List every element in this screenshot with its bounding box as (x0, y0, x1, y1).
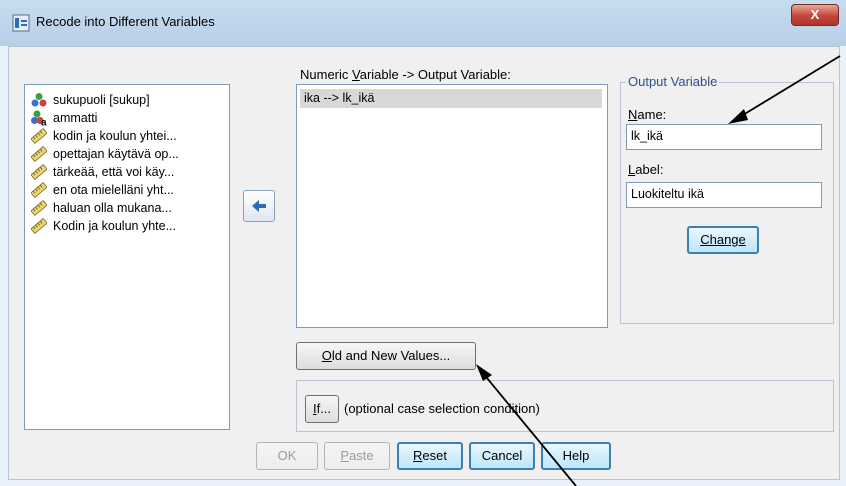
nominal-string-variable-icon: a (31, 110, 47, 126)
variable-label: ammatti (53, 111, 98, 125)
list-item[interactable]: kodin ja koulun yhtei... (31, 127, 177, 145)
move-variable-button[interactable] (243, 190, 275, 222)
svg-text:a: a (41, 118, 47, 127)
variable-label: en ota mielelläni yht... (53, 183, 174, 197)
numeric-list-label: Numeric Variable -> Output Variable: (300, 67, 511, 82)
change-button[interactable]: Change (687, 226, 759, 254)
help-button[interactable]: Help (541, 442, 611, 470)
close-icon: X (810, 7, 820, 22)
ok-button[interactable]: OK (256, 442, 318, 470)
recode-dialog: Recode into Different Variables X sukupu… (0, 0, 846, 486)
scale-variable-icon (31, 164, 47, 180)
list-item[interactable]: opettajan käytävä op... (31, 145, 179, 163)
recode-app-icon (12, 14, 30, 32)
scale-variable-icon (31, 200, 47, 216)
list-item[interactable]: en ota mielelläni yht... (31, 181, 174, 199)
nominal-variable-icon (31, 93, 47, 107)
variable-label: tärkeää, että voi käy... (53, 165, 175, 179)
variable-label: kodin ja koulun yhtei... (53, 129, 177, 143)
if-caption: (optional case selection condition) (344, 401, 540, 416)
list-item[interactable]: haluan olla mukana... (31, 199, 172, 217)
close-button[interactable]: X (791, 4, 839, 26)
scale-variable-icon (31, 218, 47, 234)
label-field[interactable]: Luokiteltu ikä (626, 182, 822, 208)
name-field[interactable]: lk_ikä (626, 124, 822, 150)
scale-variable-icon (31, 182, 47, 198)
name-label: Name: (628, 107, 667, 122)
if-button[interactable]: If... (305, 395, 339, 423)
source-variable-list[interactable]: sukupuoli [sukup] a ammatti kodin ja kou… (24, 84, 230, 430)
variable-label: haluan olla mukana... (53, 201, 172, 215)
window-title: Recode into Different Variables (36, 14, 215, 29)
list-item[interactable]: a ammatti (31, 109, 97, 127)
variable-label: opettajan käytävä op... (53, 147, 179, 161)
scale-variable-icon (31, 146, 47, 162)
arrow-left-icon (252, 200, 266, 212)
list-item[interactable]: ika --> lk_ikä (300, 89, 602, 108)
list-item[interactable]: sukupuoli [sukup] (31, 91, 150, 109)
paste-button[interactable]: Paste (324, 442, 390, 470)
list-item[interactable]: tärkeää, että voi käy... (31, 163, 174, 181)
variable-label: sukupuoli [sukup] (53, 93, 150, 107)
cancel-button[interactable]: Cancel (469, 442, 535, 470)
variable-label: Kodin ja koulun yhte... (53, 219, 176, 233)
list-item[interactable]: Kodin ja koulun yhte... (31, 217, 176, 235)
title-bar[interactable]: Recode into Different Variables X (0, 0, 846, 46)
scale-variable-icon (31, 128, 47, 144)
numeric-variable-list[interactable]: ika --> lk_ikä (296, 84, 608, 328)
reset-button[interactable]: Reset (397, 442, 463, 470)
label-label: Label: (628, 162, 664, 177)
old-and-new-values-button[interactable]: Old and New Values... (296, 342, 476, 370)
output-variable-legend: Output Variable (626, 74, 720, 89)
